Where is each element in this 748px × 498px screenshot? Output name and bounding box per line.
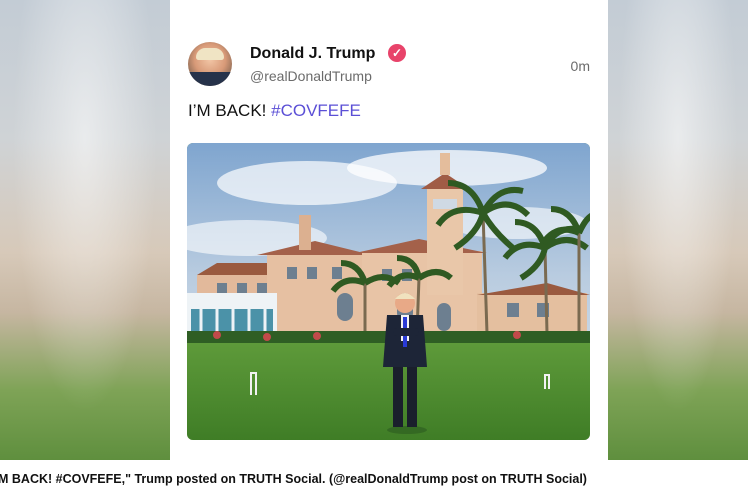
pavilion <box>187 293 277 335</box>
verified-badge-icon: ✓ <box>388 44 406 62</box>
display-name[interactable]: Donald J. Trump <box>250 45 375 63</box>
avatar-suit <box>188 72 232 86</box>
flower <box>263 333 271 341</box>
blurred-background-right <box>608 0 748 460</box>
flower <box>213 331 221 339</box>
blurred-background-left <box>0 0 170 460</box>
avatar[interactable] <box>188 42 232 86</box>
user-handle[interactable]: @realDonaldTrump <box>250 68 372 84</box>
post-text: I’M BACK! #COVFEFE <box>188 101 361 121</box>
post-timestamp[interactable]: 0m <box>571 58 590 74</box>
flower <box>513 331 521 339</box>
post-card: Donald J. Trump ✓ @realDonaldTrump 0m I’… <box>170 0 608 460</box>
post-image-illustration <box>187 143 590 440</box>
avatar-hair <box>196 48 224 60</box>
caption-text: M BACK! #COVFEFE," Trump posted on TRUTH… <box>0 472 587 486</box>
flower <box>313 332 321 340</box>
hashtag-link[interactable]: #COVFEFE <box>271 101 361 120</box>
news-caption: M BACK! #COVFEFE," Trump posted on TRUTH… <box>0 460 748 498</box>
post-text-main: I’M BACK! <box>188 101 272 120</box>
post-image[interactable] <box>187 143 590 440</box>
